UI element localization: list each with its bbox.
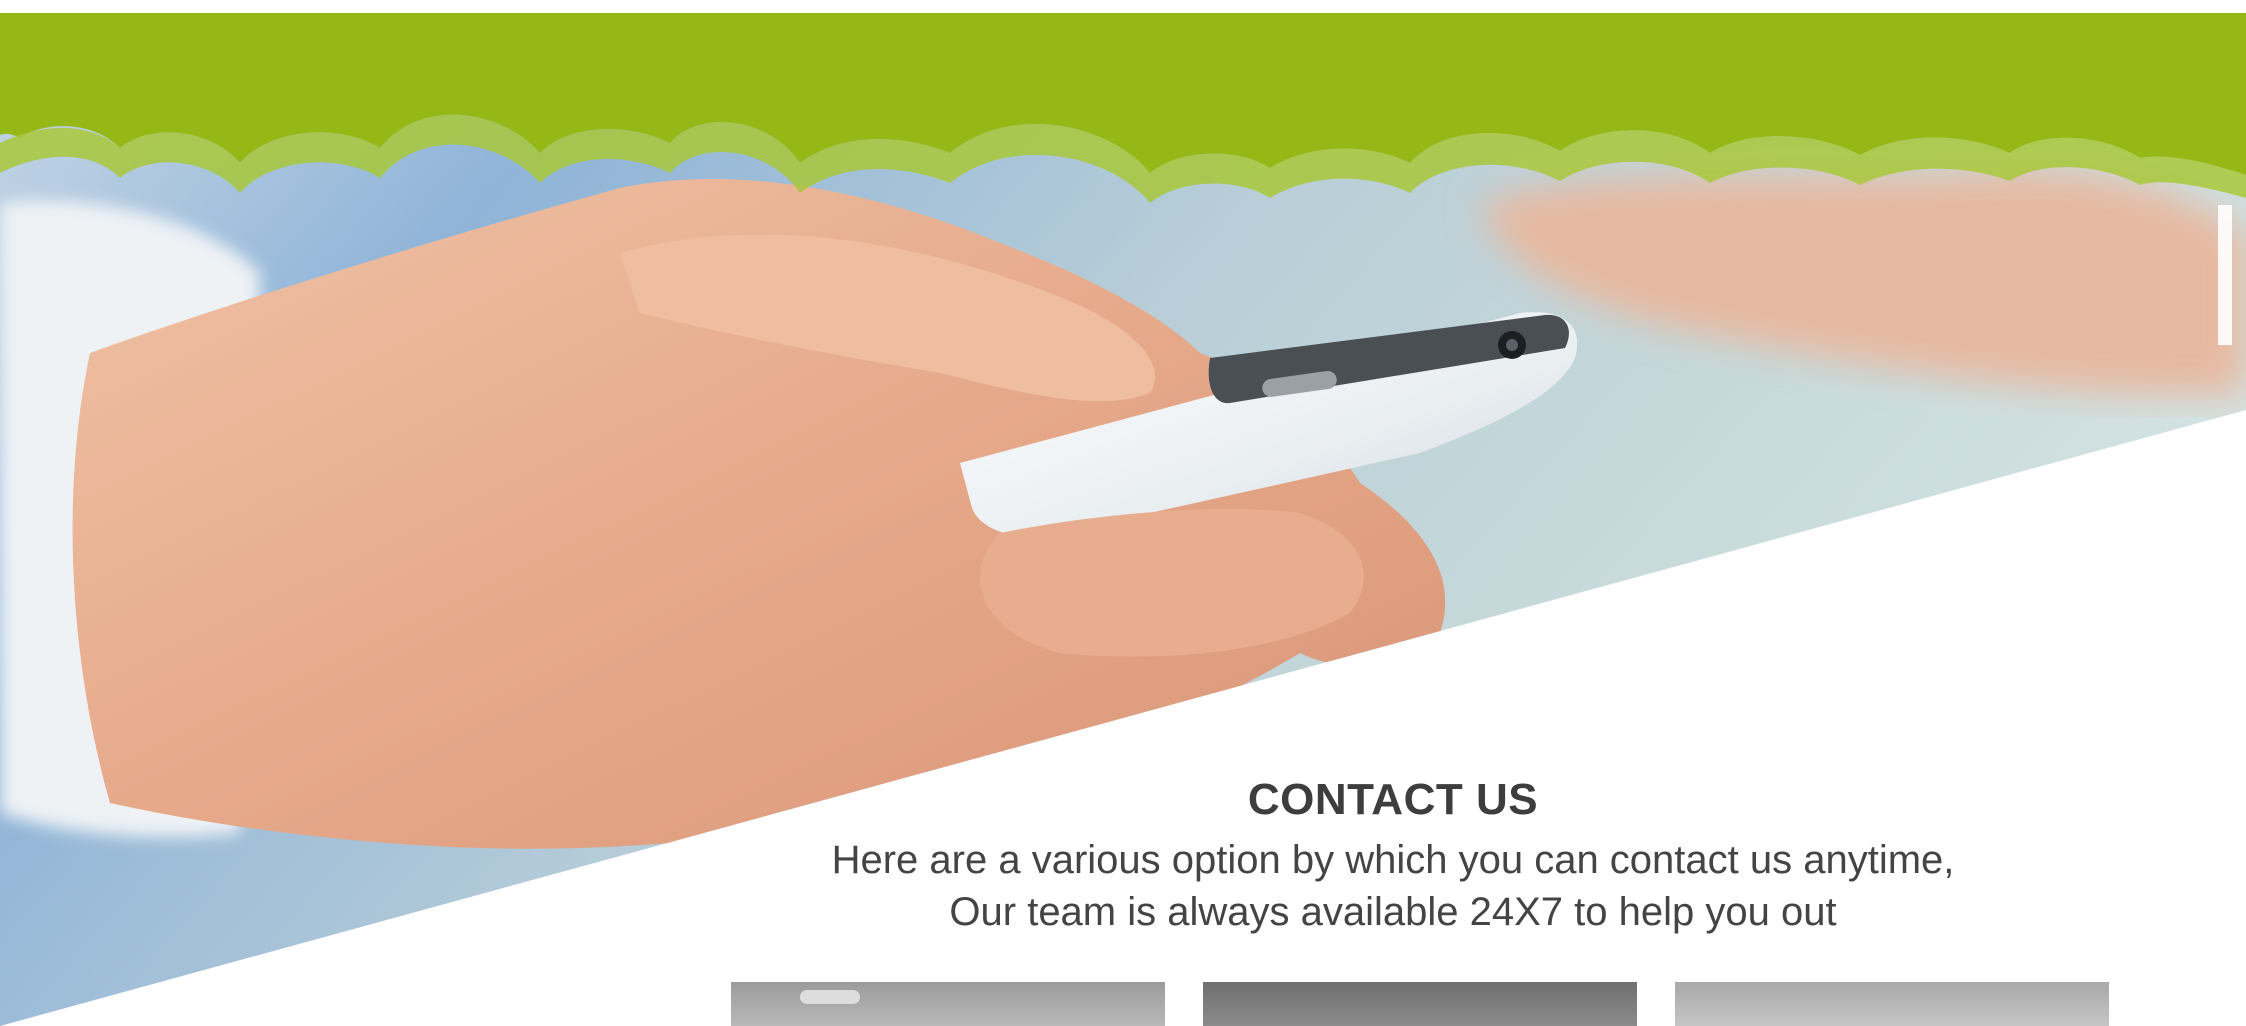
contact-card-3[interactable]	[1675, 982, 2109, 1026]
contact-subtitle-line-2: Our team is always available 24X7 to hel…	[949, 890, 1837, 934]
top-strip	[0, 0, 2246, 13]
contact-card-2[interactable]	[1203, 982, 1637, 1026]
right-edge-bar	[2218, 205, 2232, 345]
contact-subtitle: Here are a various option by which you c…	[0, 834, 2246, 938]
contact-subtitle-line-1: Here are a various option by which you c…	[831, 838, 1955, 882]
contact-card-1[interactable]	[731, 982, 1165, 1026]
contact-title: CONTACT US	[1247, 775, 1539, 824]
page: CONTACT US Here are a various option by …	[0, 0, 2246, 1026]
card-1-image-detail	[800, 990, 860, 1004]
